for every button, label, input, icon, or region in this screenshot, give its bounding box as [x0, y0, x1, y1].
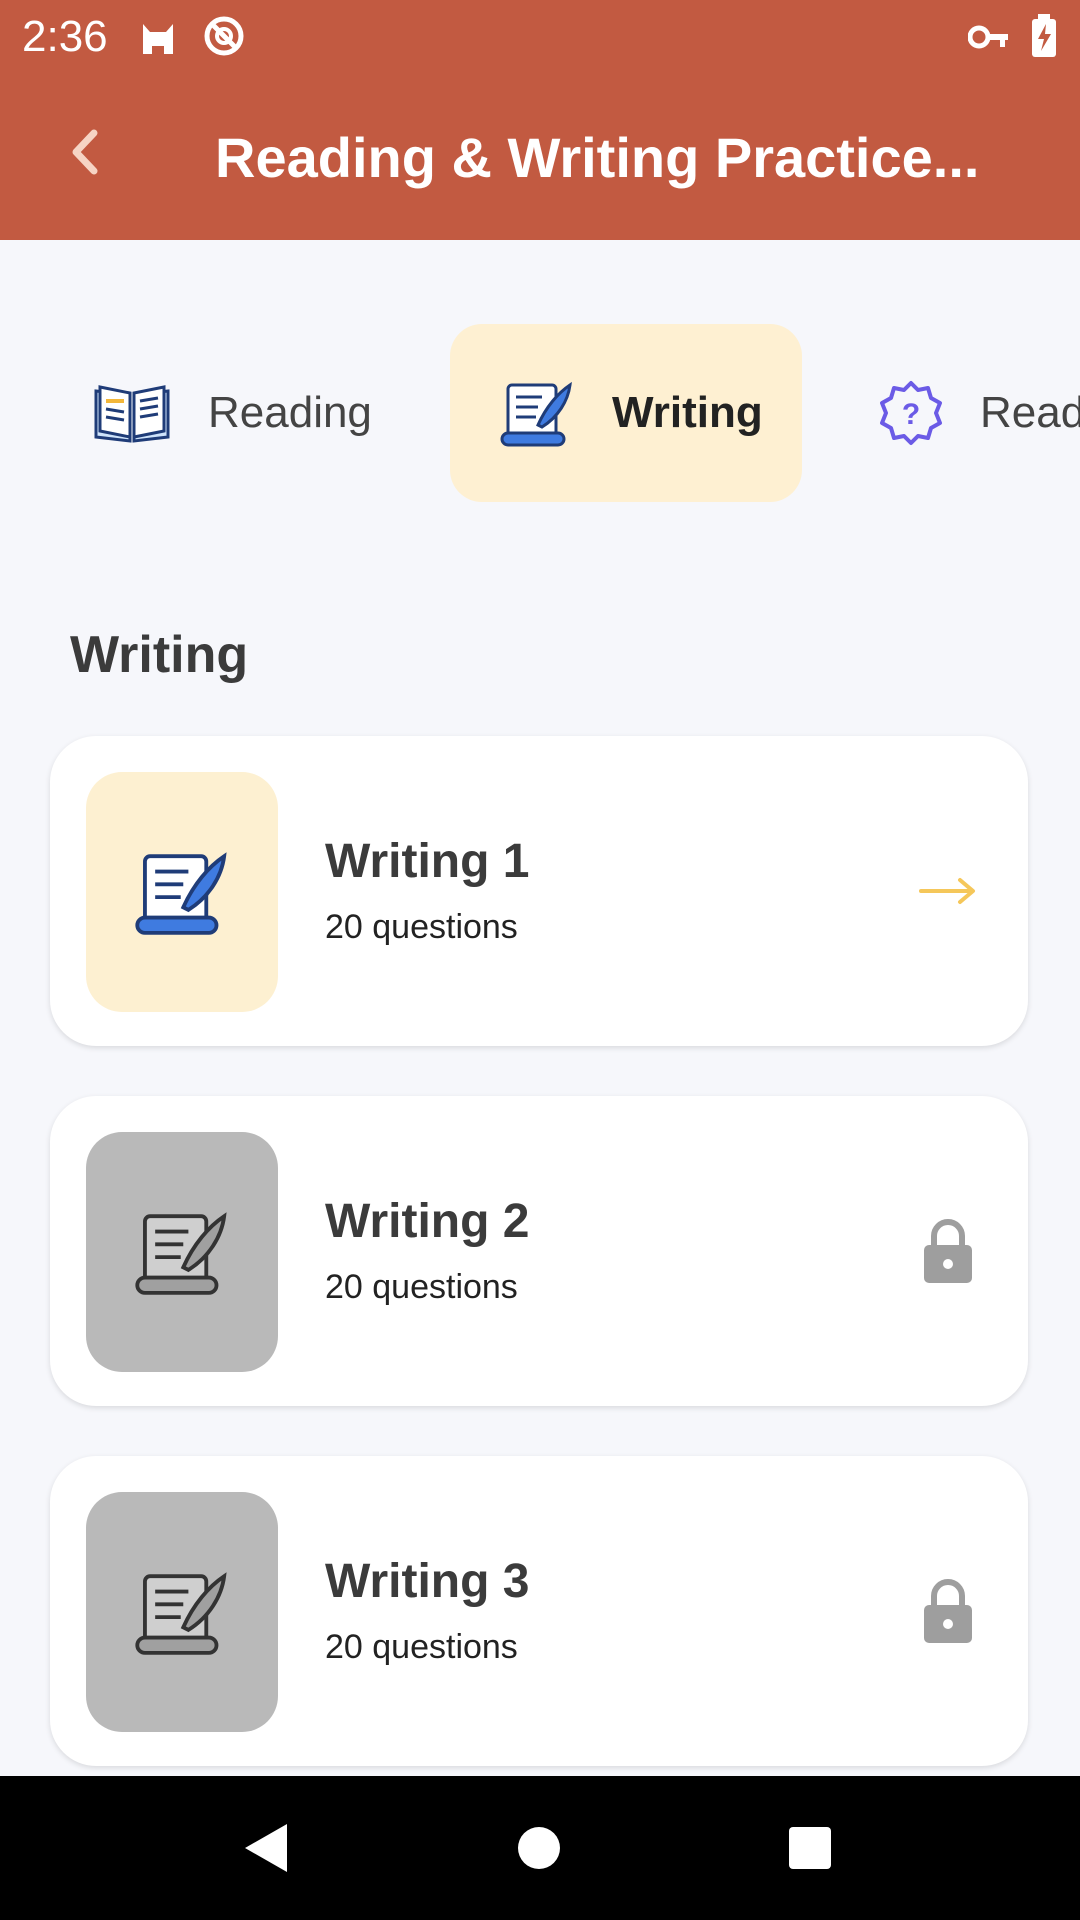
tab-read-quiz[interactable]: ? Read: [878, 324, 1080, 502]
lesson-title: Writing 1: [325, 835, 530, 888]
triangle-back-icon: [245, 1824, 287, 1872]
nav-recents-button[interactable]: [778, 1816, 842, 1880]
svg-text:?: ?: [902, 398, 920, 431]
lesson-card-writing-2[interactable]: Writing 2 20 questions: [50, 1096, 1028, 1406]
square-recents-icon: [789, 1827, 831, 1869]
vpn-key-icon: [968, 25, 1008, 49]
scroll-quill-icon: [500, 381, 572, 447]
section-title: Writing: [70, 626, 249, 684]
circle-home-icon: [518, 1827, 560, 1869]
app-bar: 2:36 Reading & Writing Practice...: [0, 0, 1080, 240]
lesson-title: Writing 2: [325, 1195, 530, 1248]
lesson-question-count: 20 questions: [325, 908, 518, 946]
question-badge-icon: ?: [880, 381, 942, 445]
cat-notification-icon: [143, 24, 173, 54]
nav-back-button[interactable]: [234, 1816, 298, 1880]
lesson-thumb: [86, 1492, 278, 1732]
lesson-locked-indicator: [908, 1211, 988, 1291]
lesson-thumb: [86, 1132, 278, 1372]
lesson-card-writing-1[interactable]: Writing 1 20 questions: [50, 736, 1028, 1046]
tab-read-quiz-label: Read: [980, 388, 1080, 437]
lesson-title: Writing 3: [325, 1555, 530, 1608]
lock-icon: [924, 1579, 972, 1643]
lesson-thumb: [86, 772, 278, 1012]
open-book-icon: [94, 385, 170, 443]
open-lesson-button[interactable]: [908, 851, 988, 931]
tab-reading[interactable]: Reading: [92, 324, 412, 502]
lock-icon: [924, 1219, 972, 1283]
scroll-quill-icon: [135, 852, 227, 935]
status-time: 2:36: [22, 12, 108, 61]
back-button[interactable]: [52, 120, 116, 184]
scroll-quill-icon: [135, 1212, 227, 1295]
scroll-quill-icon: [135, 1572, 227, 1655]
lesson-question-count: 20 questions: [325, 1628, 518, 1666]
lesson-question-count: 20 questions: [325, 1268, 518, 1306]
arrow-right-icon: [919, 878, 975, 904]
system-navigation-bar: [0, 1776, 1080, 1920]
page-title: Reading & Writing Practice...: [215, 126, 980, 189]
tab-writing-label: Writing: [612, 388, 763, 437]
tab-writing[interactable]: Writing: [450, 324, 802, 502]
tab-reading-label: Reading: [208, 388, 372, 437]
lesson-card-writing-3[interactable]: Writing 3 20 questions: [50, 1456, 1028, 1766]
nav-home-button[interactable]: [507, 1816, 571, 1880]
lesson-locked-indicator: [908, 1571, 988, 1651]
battery-charging-icon: [1032, 14, 1056, 57]
chevron-left-icon: [72, 129, 98, 175]
do-not-disturb-icon: [204, 16, 244, 56]
